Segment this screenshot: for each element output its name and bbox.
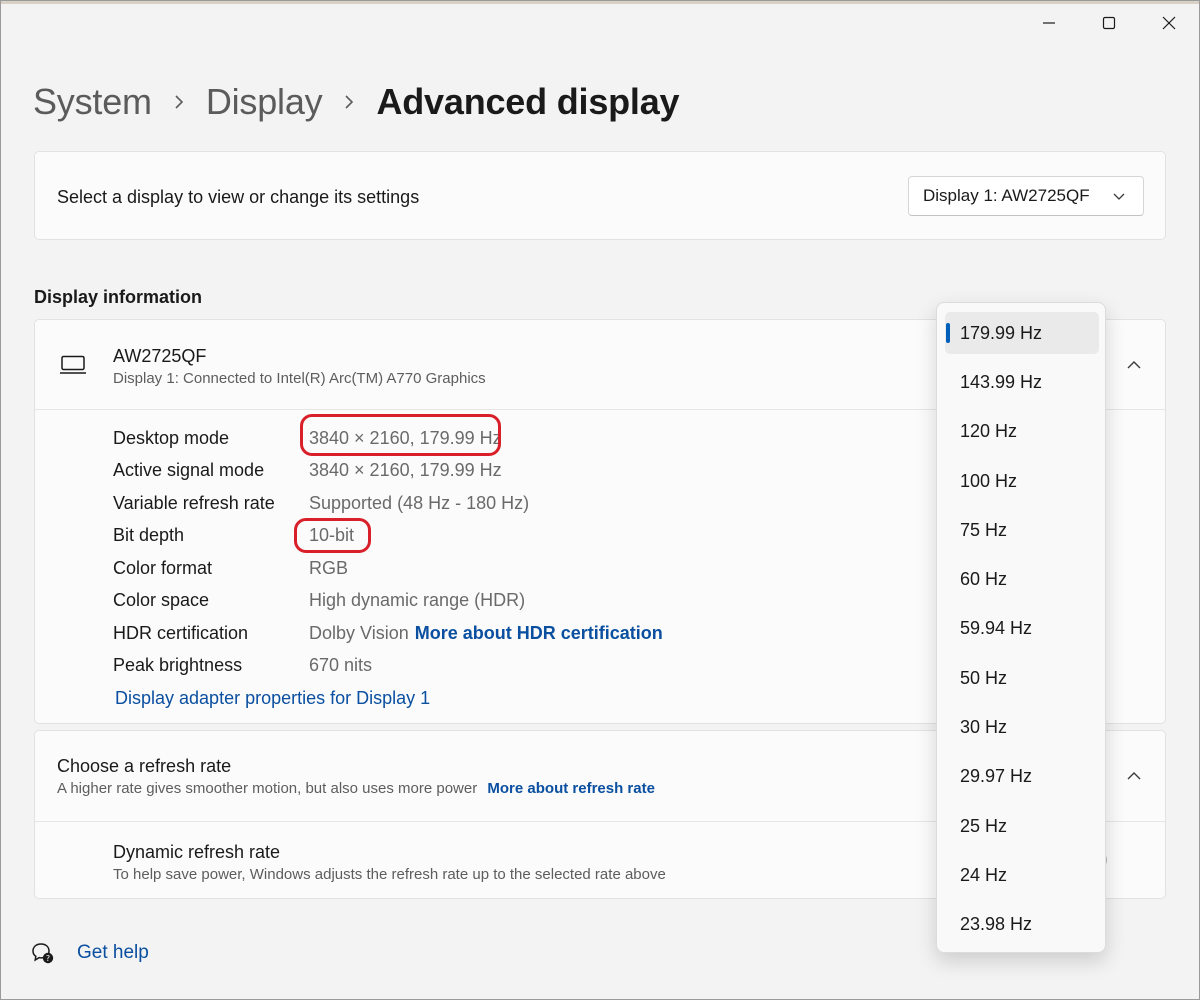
refresh-option[interactable]: 120 Hz xyxy=(945,410,1099,452)
chevron-up-icon[interactable] xyxy=(1127,771,1141,781)
info-label: HDR certification xyxy=(113,622,249,643)
close-icon xyxy=(1162,16,1176,30)
refresh-option[interactable]: 50 Hz xyxy=(945,657,1099,699)
info-row-color-format: Color format RGB xyxy=(113,556,348,580)
info-label: Variable refresh rate xyxy=(113,492,275,513)
info-row-peak-brightness: Peak brightness 670 nits xyxy=(113,653,372,677)
info-value: High dynamic range (HDR) xyxy=(309,589,526,610)
help-chat-icon: ? xyxy=(32,943,54,964)
chevron-down-icon xyxy=(1113,193,1125,200)
svg-text:?: ? xyxy=(46,954,50,963)
breadcrumb: System Display Advanced display xyxy=(33,79,680,125)
breadcrumb-system[interactable]: System xyxy=(33,81,152,123)
breadcrumb-chevron-icon xyxy=(162,94,196,110)
annotation-circle-desktop-mode xyxy=(300,414,501,456)
refresh-rate-popup: 179.99 Hz 143.99 Hz 120 Hz 100 Hz 75 Hz … xyxy=(936,302,1106,953)
get-help-link[interactable]: Get help xyxy=(77,942,149,964)
select-display-label: Select a display to view or change its s… xyxy=(57,187,420,207)
refresh-option[interactable]: 30 Hz xyxy=(945,706,1099,748)
info-row-hdr-certification: HDR certification Dolby Vision More abou… xyxy=(113,621,663,645)
settings-window: System Display Advanced display Select a… xyxy=(0,0,1200,1000)
option-label: 30 Hz xyxy=(960,716,1008,737)
refresh-rate-description: A higher rate gives smoother motion, but… xyxy=(57,780,478,797)
info-label: Active signal mode xyxy=(113,459,265,480)
refresh-option[interactable]: 59.94 Hz xyxy=(945,607,1099,649)
info-value: Supported (48 Hz - 180 Hz) xyxy=(309,492,530,513)
option-label: 179.99 Hz xyxy=(960,322,1043,343)
refresh-rate-link[interactable]: More about refresh rate xyxy=(487,780,655,797)
refresh-option[interactable]: 143.99 Hz xyxy=(945,361,1099,403)
dynamic-refresh-title: Dynamic refresh rate xyxy=(113,842,281,862)
title-bar-controls xyxy=(1019,3,1199,43)
refresh-option[interactable]: 25 Hz xyxy=(945,805,1099,847)
refresh-option[interactable]: 179.99 Hz xyxy=(945,312,1099,354)
chevron-up-icon[interactable] xyxy=(1127,360,1141,370)
refresh-rate-title: Choose a refresh rate xyxy=(57,756,232,776)
refresh-rate-subtitle: A higher rate gives smoother motion, but… xyxy=(57,780,655,797)
option-label: 75 Hz xyxy=(960,519,1008,540)
info-row-variable-refresh-rate: Variable refresh rate Supported (48 Hz -… xyxy=(113,491,529,515)
info-label: Desktop mode xyxy=(113,427,230,448)
option-label: 24 Hz xyxy=(960,864,1008,885)
select-display-card: Select a display to view or change its s… xyxy=(34,151,1166,240)
info-value: 670 nits xyxy=(309,654,373,675)
option-label: 50 Hz xyxy=(960,667,1008,688)
display-adapter-properties-link[interactable]: Display adapter properties for Display 1 xyxy=(115,688,430,709)
refresh-option[interactable]: 23.98 Hz xyxy=(945,903,1099,945)
info-label: Color space xyxy=(113,589,210,610)
page-title: Advanced display xyxy=(376,81,680,122)
maximize-icon xyxy=(1102,16,1116,30)
info-label: Color format xyxy=(113,557,213,578)
info-value: Dolby Vision xyxy=(309,622,409,643)
breadcrumb-chevron-icon xyxy=(332,94,366,110)
laptop-icon xyxy=(60,355,86,374)
minimize-icon xyxy=(1043,22,1055,24)
get-help[interactable]: ? Get help xyxy=(31,941,149,965)
option-label: 120 Hz xyxy=(960,420,1018,441)
display-select-dropdown[interactable]: Display 1: AW2725QF xyxy=(908,176,1144,216)
breadcrumb-display[interactable]: Display xyxy=(206,81,323,123)
info-row-color-space: Color space High dynamic range (HDR) xyxy=(113,588,525,612)
option-label: 59.94 Hz xyxy=(960,617,1033,638)
option-label: 29.97 Hz xyxy=(960,765,1033,786)
monitor-subtitle: Display 1: Connected to Intel(R) Arc(TM)… xyxy=(113,370,486,387)
info-label: Peak brightness xyxy=(113,654,243,675)
display-select-value: Display 1: AW2725QF xyxy=(923,186,1090,205)
refresh-option[interactable]: 60 Hz xyxy=(945,558,1099,600)
info-value: RGB xyxy=(309,557,349,578)
monitor-name: AW2725QF xyxy=(113,346,207,366)
info-label: Bit depth xyxy=(113,524,185,545)
hdr-certification-link[interactable]: More about HDR certification xyxy=(415,623,663,644)
refresh-option[interactable]: 75 Hz xyxy=(945,509,1099,551)
option-label: 60 Hz xyxy=(960,568,1008,589)
minimize-button[interactable] xyxy=(1019,3,1079,43)
info-row-active-signal-mode: Active signal mode 3840 × 2160, 179.99 H… xyxy=(113,458,502,482)
refresh-option[interactable]: 29.97 Hz xyxy=(945,755,1099,797)
option-label: 23.98 Hz xyxy=(960,913,1033,934)
dynamic-refresh-subtitle: To help save power, Windows adjusts the … xyxy=(113,866,666,883)
annotation-circle-bit-depth xyxy=(294,518,371,553)
selection-indicator xyxy=(946,323,950,343)
refresh-option[interactable]: 100 Hz xyxy=(945,460,1099,502)
option-label: 143.99 Hz xyxy=(960,371,1043,392)
close-button[interactable] xyxy=(1139,3,1199,43)
maximize-button[interactable] xyxy=(1079,3,1139,43)
display-info-section-title: Display information xyxy=(34,287,203,307)
option-label: 25 Hz xyxy=(960,815,1008,836)
info-value: 3840 × 2160, 179.99 Hz xyxy=(309,459,502,480)
refresh-option[interactable]: 24 Hz xyxy=(945,854,1099,896)
option-label: 100 Hz xyxy=(960,470,1018,491)
